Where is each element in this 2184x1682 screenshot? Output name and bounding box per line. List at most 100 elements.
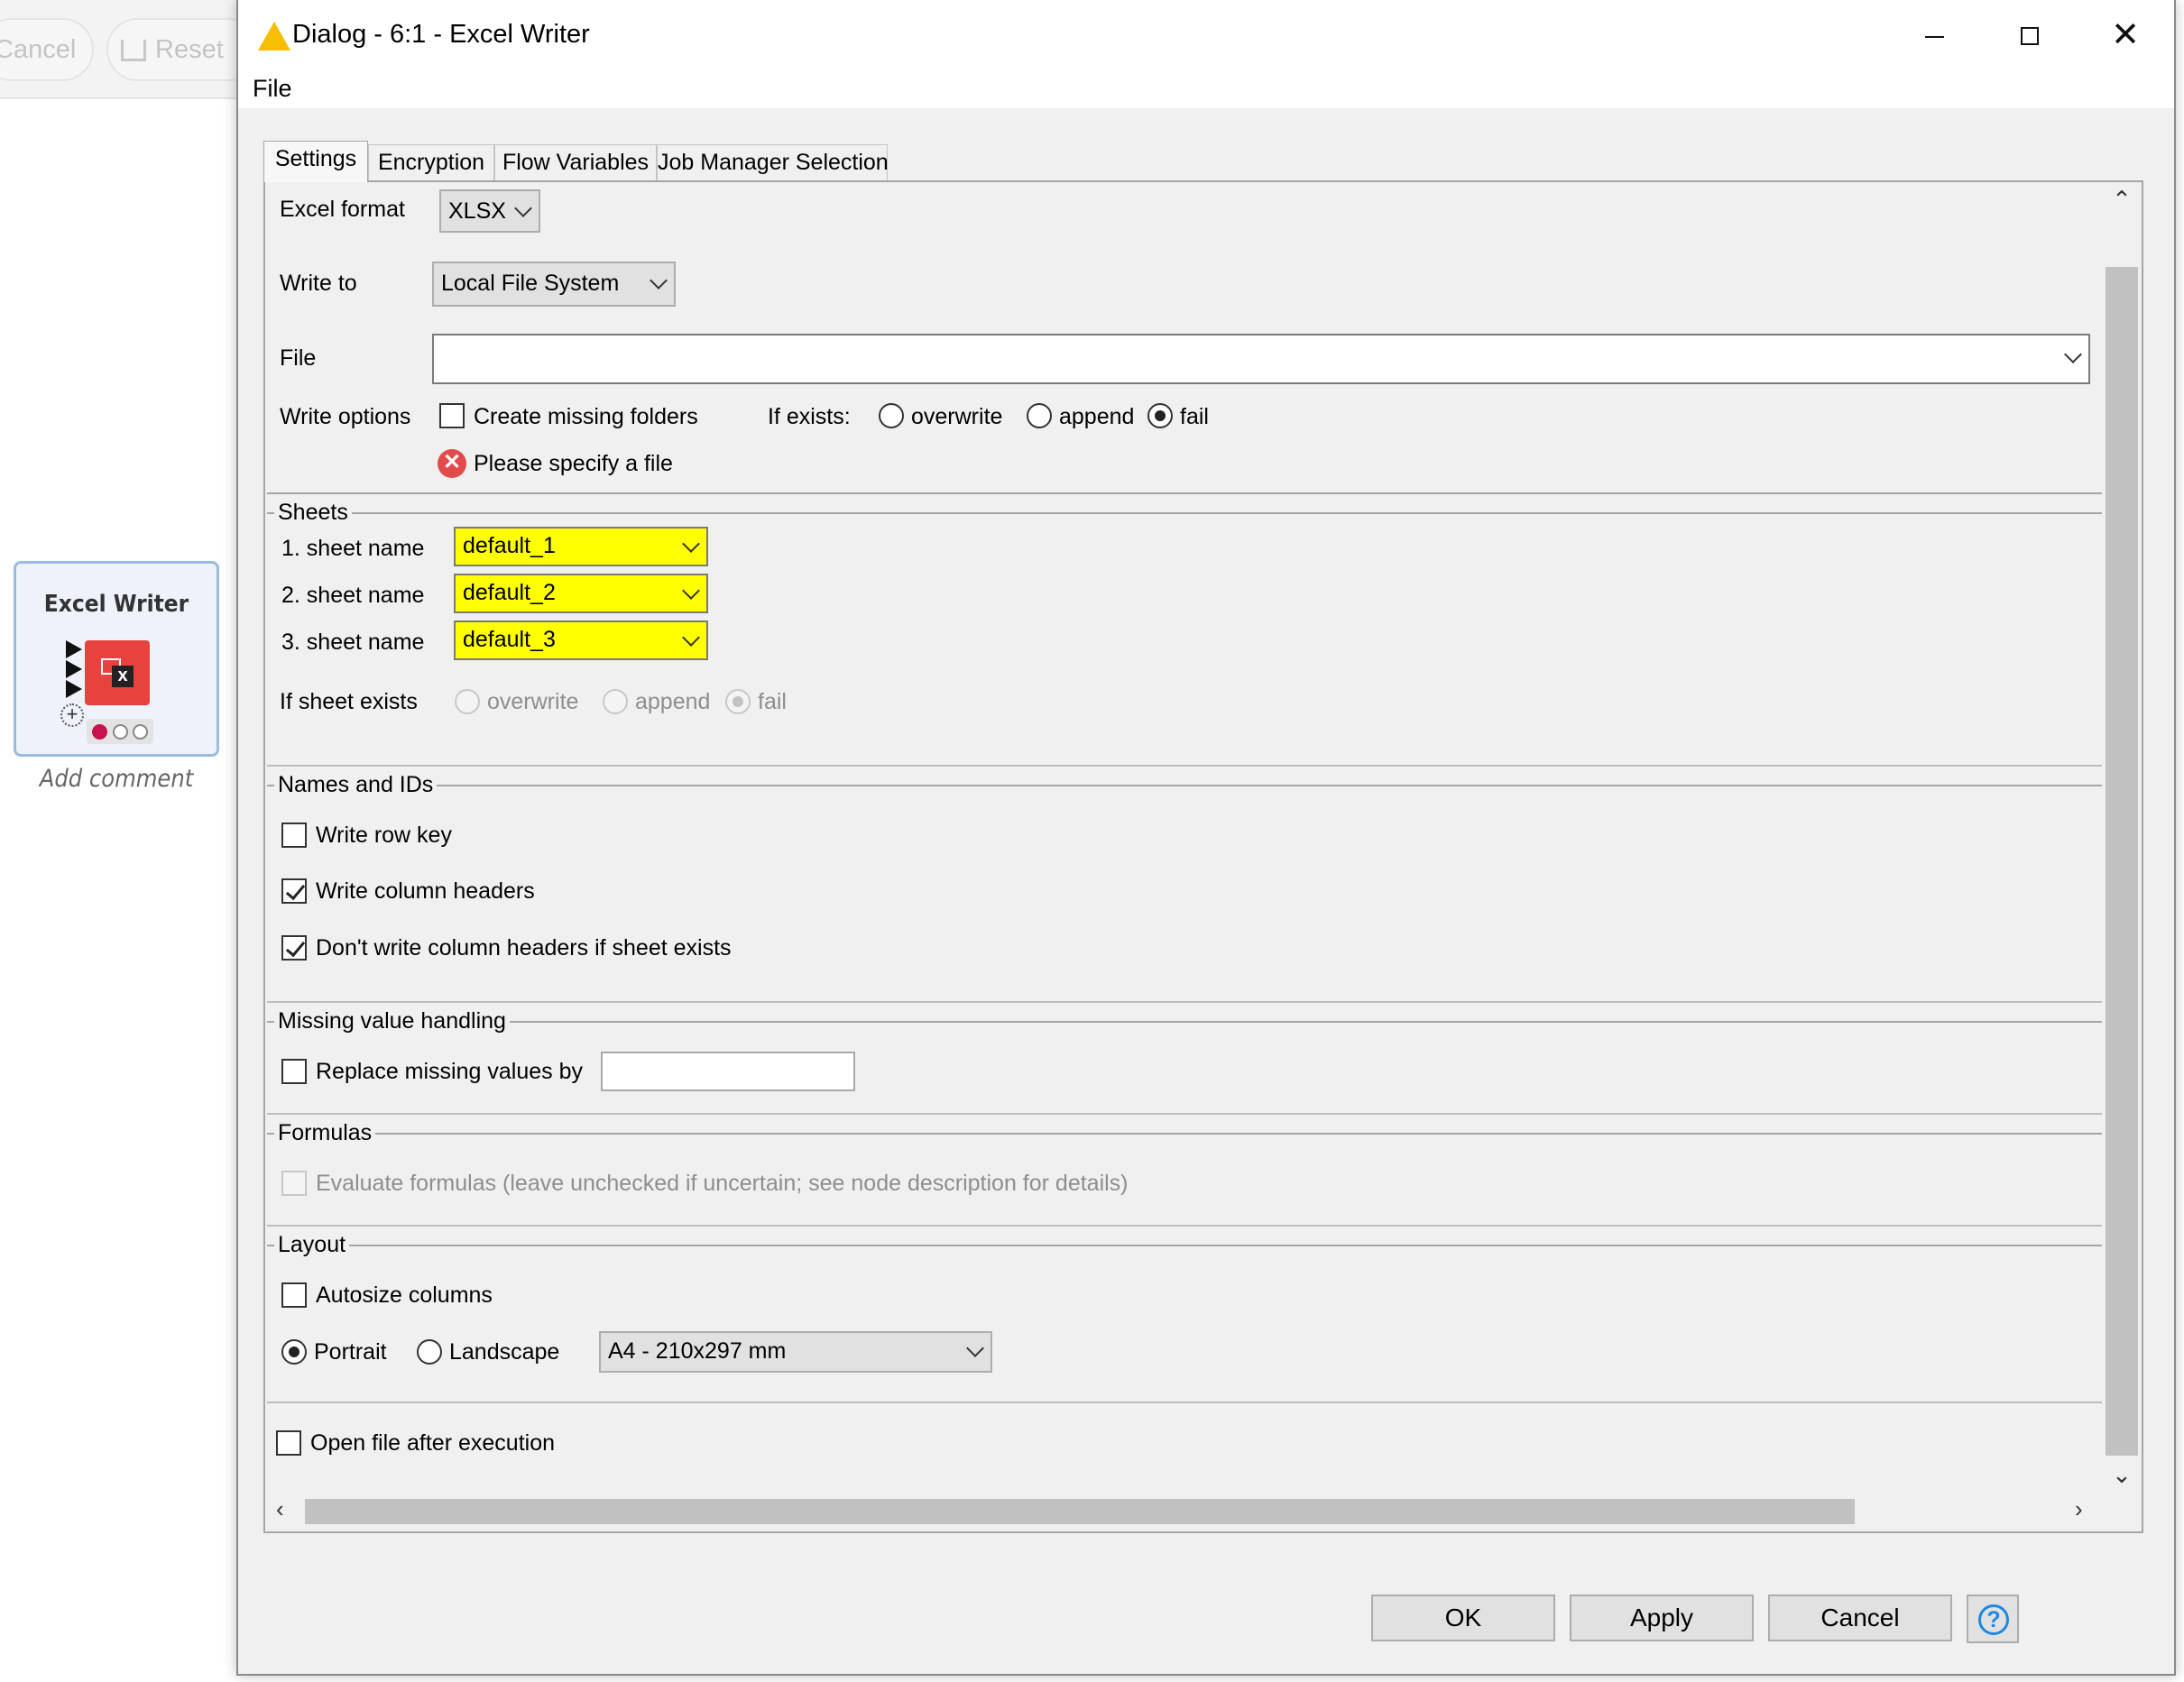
chevron-down-icon [682,535,700,553]
open-file-after-execution-checkbox[interactable] [276,1430,301,1456]
if-sheet-exists-append-radio[interactable] [603,689,628,714]
if-sheet-exists-fail-radio[interactable] [725,689,751,714]
sheet-name-3-label: 3. sheet name [281,630,425,655]
evaluate-formulas-checkbox[interactable] [281,1171,307,1196]
if-sheet-exists-overwrite-label: overwrite [487,689,579,714]
menu-file[interactable]: File [253,75,292,103]
status-yellow-dot [113,724,128,740]
create-missing-folders-checkbox[interactable] [439,403,465,428]
names-group-top [267,765,2102,767]
sheet-name-3-value: default_3 [463,627,556,652]
excel-format-dropdown[interactable]: XLSX [439,189,540,233]
chevron-down-icon [2064,345,2082,363]
horizontal-scrollbar[interactable]: ‹ › [265,1492,2102,1531]
sheet-name-3-combobox[interactable]: default_3 [454,620,708,660]
dont-write-headers-checkbox[interactable] [281,935,307,960]
apply-button[interactable]: Apply [1570,1595,1754,1641]
cancel-toolbar-button[interactable]: Cancel [0,18,94,81]
node-status-traffic-light [87,719,153,744]
landscape-radio[interactable] [417,1339,442,1365]
input-port-2[interactable] [66,660,82,678]
replace-missing-input[interactable] [601,1052,855,1091]
write-to-dropdown[interactable]: Local File System [432,262,676,307]
cancel-button[interactable]: Cancel [1768,1595,1952,1641]
write-column-headers-checkbox[interactable] [281,878,307,904]
missing-group-border [267,1021,2102,1023]
write-options-label: Write options [280,404,411,429]
names-group-border [267,785,2102,786]
vertical-scrollbar[interactable]: ⌃ ⌄ [2102,182,2142,1492]
maximize-button[interactable] [2003,13,2057,58]
replace-missing-label: Replace missing values by [316,1059,583,1084]
if-sheet-exists-fail-label: fail [758,689,787,714]
if-exists-fail-radio[interactable] [1147,403,1173,428]
if-exists-append-radio[interactable] [1027,403,1052,428]
add-comment-label[interactable]: Add comment [0,765,233,793]
minimize-button[interactable] [1907,13,1961,58]
maximize-icon [2021,27,2039,45]
formulas-group-top [267,1113,2102,1115]
autosize-columns-checkbox[interactable] [281,1282,307,1308]
sheet-name-2-combobox[interactable]: default_2 [454,574,708,613]
window-title: Dialog - 6:1 - Excel Writer [292,20,590,49]
scroll-left-arrow-icon[interactable]: ‹ [276,1495,284,1523]
tab-settings[interactable]: Settings [263,141,368,182]
sheets-group-top [267,492,2102,494]
scroll-down-arrow-icon[interactable]: ⌄ [2102,1461,2142,1489]
if-sheet-exists-overwrite-radio[interactable] [455,689,480,714]
dont-write-headers-label: Don't write column headers if sheet exis… [316,935,732,960]
if-exists-overwrite-radio[interactable] [879,403,904,428]
close-icon: ✕ [2111,16,2140,54]
status-red-dot [92,724,107,740]
write-to-label: Write to [280,271,357,296]
workflow-toolbar: Cancel Reset [0,0,260,99]
help-button[interactable]: ? [1967,1595,2019,1643]
excel-writer-node[interactable]: Excel Writer x + [14,561,219,757]
sheet-name-2-value: default_2 [463,580,556,605]
chevron-down-icon [682,629,700,647]
open-file-after-execution-label: Open file after execution [310,1430,555,1456]
add-port-icon[interactable]: + [60,703,84,727]
close-button[interactable]: ✕ [2098,13,2152,58]
file-path-combobox[interactable] [432,334,2090,384]
formulas-group-title: Formulas [274,1120,376,1146]
replace-missing-checkbox[interactable] [281,1059,307,1084]
write-to-value: Local File System [441,271,620,296]
paper-size-dropdown[interactable]: A4 - 210x297 mm [599,1331,992,1373]
paper-size-value: A4 - 210x297 mm [608,1338,787,1364]
autosize-columns-label: Autosize columns [316,1282,493,1308]
horizontal-scroll-thumb[interactable] [305,1499,1855,1524]
vertical-scroll-thumb[interactable] [2106,267,2138,1456]
sheet-name-1-label: 1. sheet name [281,536,425,561]
settings-panel: Excel format XLSX Write to Local File Sy… [263,180,2143,1533]
sheet-name-1-combobox[interactable]: default_1 [454,527,708,566]
settings-scroll-content: Excel format XLSX Write to Local File Sy… [265,182,2102,1492]
input-port-1[interactable] [66,640,82,658]
tab-encryption[interactable]: Encryption [368,144,494,180]
if-exists-label: If exists: [768,404,851,429]
reset-icon [121,40,146,62]
help-icon: ? [1978,1604,2009,1635]
excel-writer-node-icon[interactable]: x [85,640,150,705]
write-row-key-checkbox[interactable] [281,823,307,848]
chevron-down-icon [966,1339,984,1357]
if-exists-append-label: append [1059,404,1135,429]
ok-button[interactable]: OK [1371,1595,1555,1641]
layout-group-title: Layout [274,1232,350,1258]
tab-job-manager-selection[interactable]: Job Manager Selection [657,144,889,180]
node-title: Excel Writer [43,591,189,618]
portrait-radio[interactable] [281,1339,307,1365]
input-port-3[interactable] [66,680,82,698]
tab-flow-variables[interactable]: Flow Variables [494,144,657,180]
file-label: File [280,345,317,371]
write-column-headers-label: Write column headers [316,878,535,904]
warning-triangle-icon [258,22,290,51]
excel-format-value: XLSX [448,198,506,224]
scroll-right-arrow-icon[interactable]: › [2075,1495,2083,1523]
excel-format-label: Excel format [280,197,405,222]
scroll-up-arrow-icon[interactable]: ⌃ [2102,186,2142,214]
sheets-group-title: Sheets [274,500,352,526]
layout-group-top [267,1225,2102,1227]
sheet-name-1-value: default_1 [463,533,556,558]
portrait-label: Portrait [314,1339,387,1365]
